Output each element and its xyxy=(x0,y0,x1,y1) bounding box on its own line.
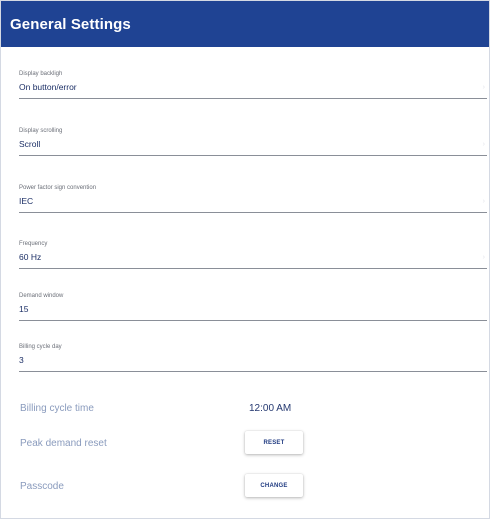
general-settings-panel: General Settings Display backligh On but… xyxy=(0,0,490,519)
power-factor-sign-label: Power factor sign convention xyxy=(19,185,97,191)
peak-demand-reset-label: Peak demand reset xyxy=(20,438,107,449)
field-underline xyxy=(19,98,487,99)
display-backlight-value: On button/error xyxy=(19,82,77,92)
display-backlight-label: Display backligh xyxy=(19,71,63,77)
field-underline xyxy=(19,212,487,213)
billing-cycle-time-value[interactable]: 12:00 AM xyxy=(249,403,291,414)
passcode-label: Passcode xyxy=(20,481,64,492)
field-underline xyxy=(19,268,487,269)
demand-window-input[interactable]: 15 xyxy=(19,304,28,314)
page-title: General Settings xyxy=(10,16,131,33)
reset-button[interactable]: RESET xyxy=(245,431,303,454)
display-scrolling-value: Scroll xyxy=(19,139,41,149)
chevron-down-icon[interactable]: › xyxy=(483,254,485,261)
chevron-down-icon[interactable]: › xyxy=(483,84,485,91)
frequency-label: Frequency xyxy=(19,241,48,247)
change-passcode-button[interactable]: CHANGE xyxy=(245,474,303,497)
panel-header: General Settings xyxy=(1,1,489,47)
frequency-value: 60 Hz xyxy=(19,252,42,262)
chevron-down-icon[interactable]: › xyxy=(483,141,485,148)
power-factor-sign-value: IEC xyxy=(19,196,34,206)
billing-cycle-day-label: Billing cycle day xyxy=(19,344,62,350)
field-underline xyxy=(19,371,487,372)
field-underline xyxy=(19,320,487,321)
display-scrolling-label: Display scrolling xyxy=(19,128,63,134)
billing-cycle-day-input[interactable]: 3 xyxy=(19,355,24,365)
field-underline xyxy=(19,155,487,156)
billing-cycle-time-label: Billing cycle time xyxy=(20,403,94,414)
demand-window-label: Demand window xyxy=(19,293,64,299)
chevron-down-icon[interactable]: › xyxy=(483,198,485,205)
